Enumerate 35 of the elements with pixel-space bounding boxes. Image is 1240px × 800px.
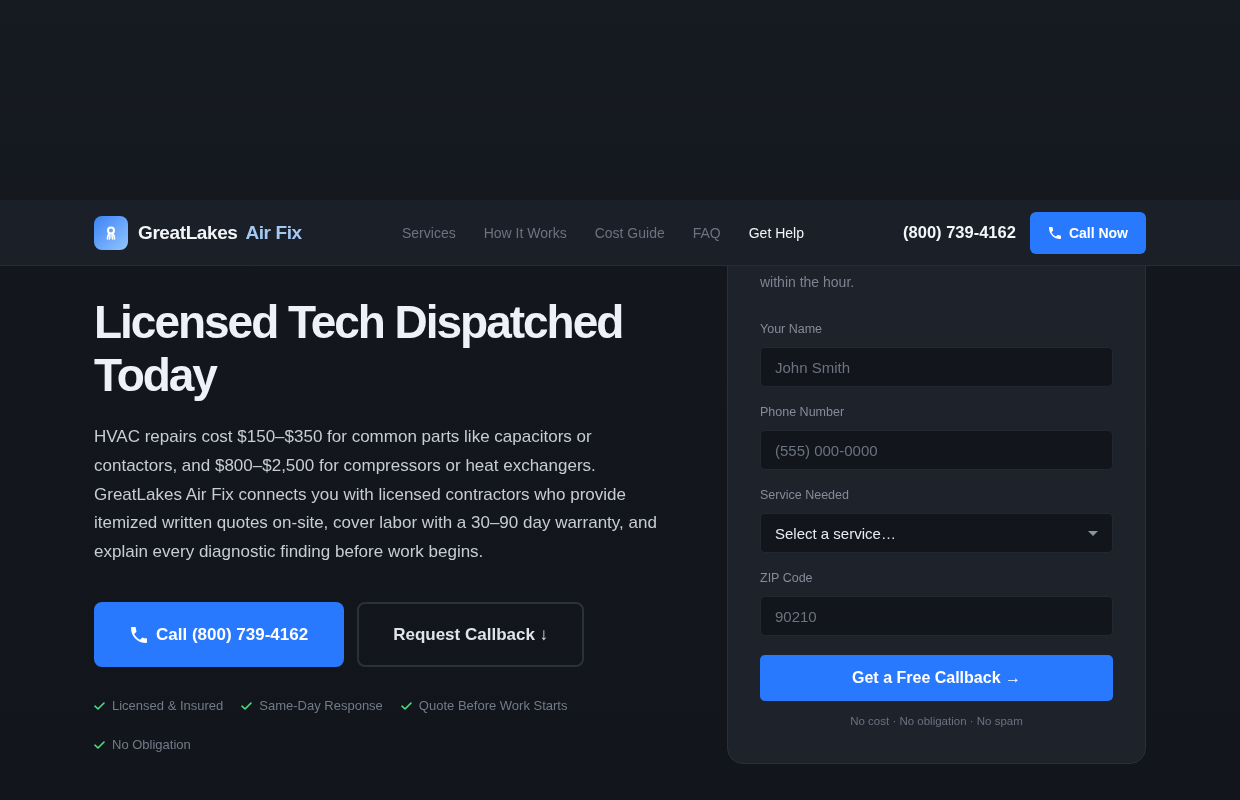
request-callback-button[interactable]: Request Callback ↓ xyxy=(357,602,585,668)
nav-link[interactable]: Cost Guide xyxy=(594,224,665,241)
check-icon xyxy=(241,702,253,711)
text-input-field[interactable]: 90210 xyxy=(760,596,1113,636)
check-icon xyxy=(400,702,412,711)
text-input-field[interactable]: John Smith xyxy=(760,347,1113,387)
logo-icon xyxy=(94,215,128,250)
field-label: Your Name xyxy=(760,321,824,337)
phone-icon xyxy=(1048,226,1061,239)
call-button[interactable]: Call (800) 739-4162 xyxy=(94,602,345,668)
text-input-field[interactable]: (555) 000-0000 xyxy=(760,430,1113,470)
caret-icon xyxy=(1088,530,1098,536)
submit-button[interactable]: Get a Free Callback → xyxy=(760,655,1113,701)
phone-number: (800) 739-4162 xyxy=(903,223,1016,242)
field-label: ZIP Code xyxy=(760,570,814,586)
nav-link[interactable]: Get Help xyxy=(748,224,804,241)
field-label: Service Needed xyxy=(760,487,850,503)
brand-name[interactable]: GreatLakes Air Fix xyxy=(138,221,302,244)
trust-badge-text: Licensed & Insured xyxy=(112,698,224,715)
check-icon xyxy=(94,702,105,711)
trust-badge-text: No Obligation xyxy=(112,737,191,754)
call-now-button[interactable]: Call Now xyxy=(1029,211,1146,254)
check-icon xyxy=(94,741,105,750)
phone-icon xyxy=(131,626,147,643)
field-label: Phone Number xyxy=(760,404,846,420)
service-select[interactable]: Select a service… xyxy=(760,513,1113,553)
nav-link[interactable]: Services xyxy=(402,224,456,241)
nav-link[interactable]: FAQ xyxy=(692,224,721,241)
trust-badge-text: Quote Before Work Starts xyxy=(418,698,568,715)
hero-headline: Licensed Tech Dispatched Today xyxy=(94,296,624,402)
form-subtitle: within the hour. xyxy=(760,273,856,292)
nav-link[interactable]: How It Works xyxy=(483,224,567,241)
form-note: No cost · No obligation · No spam xyxy=(849,714,1024,728)
trust-badge-text: Same-Day Response xyxy=(259,698,383,715)
hero-description: HVAC repairs cost $150–$350 for common parts like capacitors or contactors, and $800–$2,500 for compressors or heat exchangers. GreatLakes Air Fix connects you with licensed contractors who provide itemized written quotes on-site, cover labor with a 30–90 day warranty, and explain every diagnostic finding before work begins. xyxy=(94,425,658,564)
